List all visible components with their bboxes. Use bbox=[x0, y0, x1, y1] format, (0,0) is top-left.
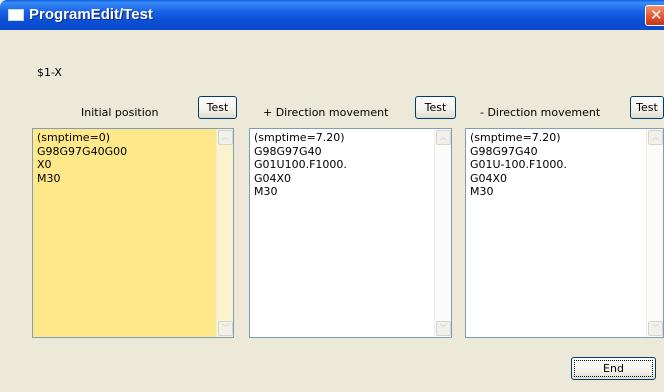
plus-direction-editor[interactable]: (smptime=7.20) G98G97G40 G01U100.F1000. … bbox=[249, 128, 452, 338]
test-minus-direction-button[interactable]: Test bbox=[630, 96, 664, 119]
initial-position-program[interactable]: (smptime=0) G98G97G40G00 X0 M30 bbox=[37, 131, 127, 185]
initial-scrollbar[interactable]: ︿ ﹀ bbox=[216, 129, 233, 337]
minus-direction-label: - Direction movement bbox=[480, 106, 601, 119]
program-edit-window: ProgramEdit/Test ✕ $1-X Initial position… bbox=[0, 0, 664, 392]
title-bar[interactable]: ProgramEdit/Test ✕ bbox=[0, 0, 664, 30]
chevron-up-icon[interactable]: ︿ bbox=[436, 130, 451, 145]
chevron-up-icon[interactable]: ︿ bbox=[648, 130, 663, 145]
initial-position-label: Initial position bbox=[81, 106, 159, 119]
minus-direction-editor[interactable]: (smptime=7.20) G98G97G40 G01U-100.F1000.… bbox=[465, 128, 664, 338]
initial-position-editor[interactable]: (smptime=0) G98G97G40G00 X0 M30 ︿ ﹀ bbox=[32, 128, 234, 338]
chevron-up-icon[interactable]: ︿ bbox=[218, 130, 233, 145]
end-button[interactable]: End bbox=[571, 357, 656, 380]
plus-direction-scrollbar[interactable]: ︿ ﹀ bbox=[434, 129, 451, 337]
test-plus-direction-button[interactable]: Test bbox=[415, 96, 456, 119]
test-initial-button[interactable]: Test bbox=[198, 96, 237, 119]
axis-label: $1-X bbox=[37, 66, 62, 79]
plus-direction-label: + Direction movement bbox=[263, 106, 389, 119]
window-title: ProgramEdit/Test bbox=[29, 6, 153, 23]
chevron-down-icon[interactable]: ﹀ bbox=[648, 321, 663, 336]
minus-direction-scrollbar[interactable]: ︿ ﹀ bbox=[646, 129, 663, 337]
minus-direction-program[interactable]: (smptime=7.20) G98G97G40 G01U-100.F1000.… bbox=[470, 131, 567, 199]
window-icon bbox=[8, 9, 24, 21]
chevron-down-icon[interactable]: ﹀ bbox=[218, 321, 233, 336]
close-button[interactable]: ✕ bbox=[645, 5, 664, 26]
close-icon: ✕ bbox=[650, 6, 663, 24]
chevron-down-icon[interactable]: ﹀ bbox=[436, 321, 451, 336]
plus-direction-program[interactable]: (smptime=7.20) G98G97G40 G01U100.F1000. … bbox=[254, 131, 347, 199]
